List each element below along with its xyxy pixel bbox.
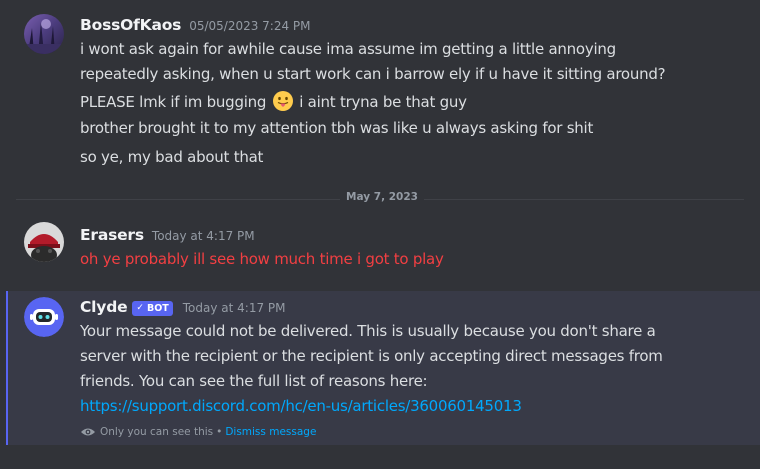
ephemeral-note-text: Only you can see this (100, 426, 214, 438)
message-line-with-emoji: PLEASE lmk if im bugging i aint tryna be… (80, 90, 467, 112)
username[interactable]: BossOfKaos (80, 16, 181, 34)
date-divider-label: May 7, 2023 (340, 191, 424, 203)
verified-check-icon: ✓ (136, 303, 144, 313)
message-timestamp: Today at 4:17 PM (151, 229, 255, 243)
username[interactable]: Clyde (80, 298, 128, 316)
message-timestamp: Today at 4:17 PM (182, 301, 286, 315)
message-line: i wont ask again for awhile cause ima as… (80, 40, 616, 58)
username[interactable]: Erasers (80, 226, 144, 244)
avatar-erasers[interactable] (24, 222, 64, 262)
eye-icon (80, 426, 96, 438)
message-text: PLEASE lmk if im bugging (80, 93, 267, 111)
tongue-out-emoji-icon[interactable] (272, 90, 294, 112)
avatar-clyde[interactable] (24, 297, 64, 337)
message-timestamp: 05/05/2023 7:24 PM (189, 19, 311, 33)
message-text: i aint tryna be that guy (299, 93, 467, 111)
message-line: friends. You can see the full list of re… (80, 372, 428, 390)
avatar-bossofkaos[interactable] (24, 14, 64, 54)
support-link[interactable]: https://support.discord.com/hc/en-us/art… (80, 397, 522, 415)
bot-tag-label: BOT (146, 302, 169, 314)
message-line: repeatedly asking, when u start work can… (80, 65, 666, 83)
message-line: brother brought it to my attention tbh w… (80, 119, 594, 137)
message-line: server with the recipient or the recipie… (80, 347, 663, 365)
separator: • (216, 426, 223, 438)
message-line: Your message could not be delivered. Thi… (80, 322, 656, 340)
message-line: so ye, my bad about that (80, 148, 264, 166)
bot-tag: ✓ BOT (132, 300, 173, 316)
message-line: oh ye probably ill see how much time i g… (80, 250, 444, 268)
ephemeral-note: Only you can see this • Dismiss message (80, 426, 316, 438)
dismiss-message-link[interactable]: Dismiss message (225, 426, 316, 438)
